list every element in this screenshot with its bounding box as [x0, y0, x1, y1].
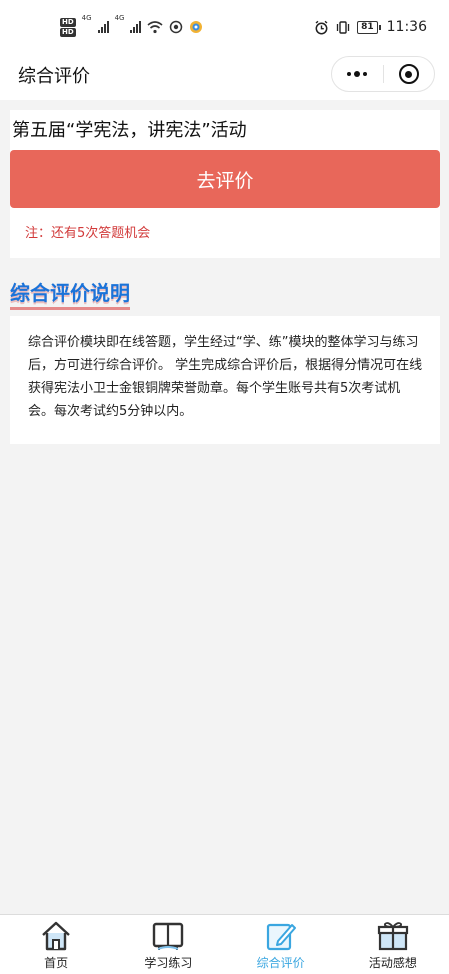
signal-icon: [130, 21, 142, 33]
status-bar: HD HD 4G 4G 81 11:36: [0, 0, 449, 50]
tab-label: 首页: [44, 956, 69, 970]
status-system: 81 11:36: [314, 16, 427, 38]
book-icon: [153, 922, 184, 950]
activity-card: 第五届“学宪法，讲宪法”活动 去评价 注：还有5次答题机会: [10, 110, 440, 258]
wifi-icon: [147, 21, 163, 34]
target-icon: [398, 64, 419, 84]
mini-program-capsule: [331, 56, 435, 92]
more-icon: [347, 71, 368, 77]
remaining-attempts-note: 注：还有5次答题机会: [25, 226, 151, 241]
tab-study[interactable]: 学习练习: [112, 915, 224, 974]
close-mini-program-button[interactable]: [383, 57, 434, 91]
hd-icons: HD HD: [60, 17, 76, 37]
description-text: 综合评价模块即在线答题，学生经过“学、练”模块的整体学习与练习后，方可进行综合评…: [28, 335, 423, 419]
tab-label: 活动感想: [368, 956, 417, 970]
page-title: 综合评价: [18, 66, 90, 87]
app-notification-icon: [170, 20, 183, 34]
edit-icon: [266, 923, 296, 951]
description-card: 综合评价模块即在线答题，学生经过“学、练”模块的整体学习与练习后，方可进行综合评…: [10, 316, 440, 444]
browser-icon: [190, 21, 203, 33]
network-label: 4G: [114, 14, 125, 22]
section-heading: 综合评价说明: [10, 277, 130, 310]
tab-bar: 首页 学习练习 综合评价 活动感想: [0, 914, 449, 974]
tab-label: 学习练习: [144, 956, 193, 970]
clock: 11:36: [386, 19, 427, 35]
home-icon: [42, 921, 70, 951]
tab-home[interactable]: 首页: [0, 915, 112, 974]
hd-badge: HD: [60, 27, 76, 37]
network-label: 4G: [81, 14, 92, 22]
activity-title: 第五届“学宪法，讲宪法”活动: [12, 120, 247, 141]
alarm-icon: [315, 20, 328, 34]
signal-icon: [97, 21, 109, 33]
start-evaluation-button[interactable]: 去评价: [10, 150, 440, 208]
tab-evaluation[interactable]: 综合评价: [225, 915, 337, 974]
vibrate-icon: [336, 20, 350, 34]
nav-bar: 综合评价: [0, 50, 449, 100]
status-indicators: HD HD 4G 4G: [60, 14, 203, 40]
more-button[interactable]: [332, 57, 383, 91]
tab-reflection[interactable]: 活动感想: [337, 915, 449, 974]
tab-label: 综合评价: [256, 956, 305, 970]
hd-badge: HD: [60, 17, 76, 27]
battery-icon: 81: [357, 20, 381, 34]
battery-level: 81: [357, 20, 378, 34]
gift-icon: [377, 922, 408, 951]
